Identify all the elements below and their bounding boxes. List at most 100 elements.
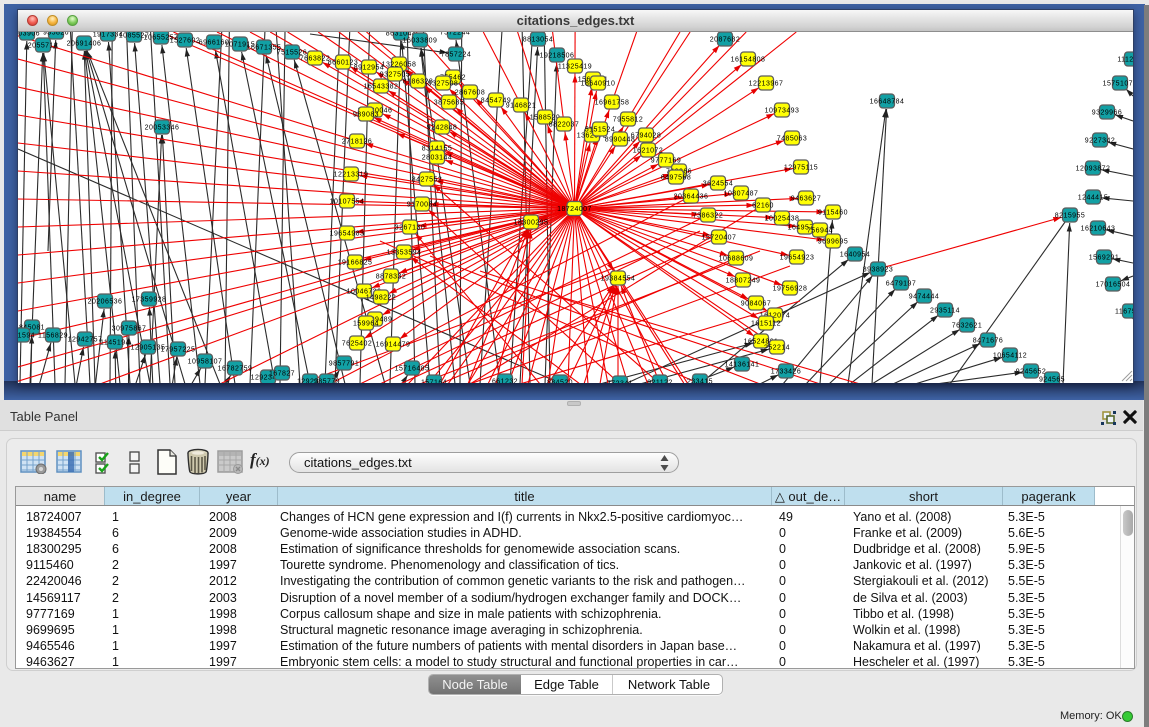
svg-text:1621072: 1621072: [633, 147, 663, 154]
svg-text:6479197: 6479197: [886, 280, 916, 287]
svg-text:9115460: 9115460: [818, 209, 848, 216]
svg-text:8822037: 8822037: [549, 121, 579, 128]
svg-text:7386322: 7386322: [693, 212, 723, 219]
svg-text:10973493: 10973493: [765, 107, 800, 114]
svg-text:19654923: 19654923: [780, 254, 815, 261]
svg-text:16033809: 16033809: [403, 37, 438, 44]
svg-text:16543382: 16543382: [364, 83, 399, 90]
svg-text:10958107: 10958107: [188, 358, 223, 365]
svg-text:1145194: 1145194: [100, 339, 130, 346]
svg-text:16914479: 16914479: [376, 341, 411, 348]
svg-text:12213967: 12213967: [749, 80, 784, 87]
svg-text:15716485: 15716485: [395, 365, 430, 372]
svg-text:756944: 756944: [807, 227, 833, 234]
svg-text:8427552: 8427552: [412, 176, 442, 183]
svg-text:3267130: 3267130: [395, 224, 425, 231]
svg-text:20691406: 20691406: [67, 40, 102, 47]
svg-text:1733426: 1733426: [771, 368, 801, 375]
svg-text:18300295: 18300295: [514, 219, 549, 226]
svg-text:8813054: 8813054: [523, 36, 553, 43]
svg-text:2718126: 2718126: [342, 138, 372, 145]
svg-text:884520: 884520: [547, 379, 573, 383]
svg-text:391594: 391594: [18, 332, 35, 339]
svg-text:9245652: 9245652: [1016, 368, 1046, 375]
svg-text:1156829: 1156829: [38, 332, 68, 339]
svg-text:924565: 924565: [1039, 376, 1065, 383]
svg-text:921122: 921122: [647, 379, 673, 383]
svg-text:7625402: 7625402: [342, 340, 372, 347]
svg-text:16210643: 16210643: [1081, 225, 1116, 232]
svg-text:10025438: 10025438: [765, 215, 800, 222]
svg-text:7955812: 7955812: [613, 116, 643, 123]
svg-text:30975867: 30975867: [112, 325, 147, 332]
svg-text:1615112: 1615112: [751, 320, 781, 327]
svg-text:935826: 935826: [43, 32, 69, 36]
svg-text:19756928: 19756928: [773, 285, 808, 292]
svg-text:17359928: 17359928: [132, 296, 167, 303]
svg-text:16648784: 16648784: [870, 98, 905, 105]
svg-text:8912954: 8912954: [354, 64, 384, 71]
svg-text:12093872: 12093872: [1076, 165, 1111, 172]
svg-text:252214: 252214: [764, 344, 790, 351]
svg-text:9329966: 9329966: [1092, 109, 1122, 116]
svg-text:1527602: 1527602: [170, 37, 200, 44]
svg-text:2867608: 2867608: [455, 89, 485, 96]
svg-text:9857791: 9857791: [329, 360, 359, 367]
svg-text:20206536: 20206536: [88, 298, 123, 305]
svg-text:157164: 157164: [421, 379, 447, 383]
svg-text:9327508: 9327508: [428, 80, 458, 87]
svg-text:18807249: 18807249: [726, 277, 761, 284]
svg-text:1569291: 1569291: [1089, 254, 1119, 261]
svg-text:1112548: 1112548: [1117, 56, 1133, 63]
svg-text:17016504: 17016504: [1096, 281, 1131, 288]
svg-text:12975115: 12975115: [784, 164, 818, 171]
svg-text:12942757: 12942757: [68, 336, 103, 343]
svg-text:10807487: 10807487: [724, 190, 759, 197]
svg-text:6794028: 6794028: [631, 132, 661, 139]
svg-text:8471676: 8471676: [973, 337, 1003, 344]
svg-text:9227342: 9227342: [1085, 137, 1115, 144]
svg-text:1640954: 1640954: [840, 251, 870, 258]
svg-text:2803144: 2803144: [422, 154, 452, 161]
svg-text:233415: 233415: [687, 378, 713, 383]
svg-text:20364436: 20364436: [674, 193, 709, 200]
svg-text:8938923: 8938923: [863, 266, 893, 273]
svg-text:2087682: 2087682: [710, 36, 740, 43]
svg-text:9084067: 9084067: [741, 300, 771, 307]
svg-text:1588520: 1588520: [530, 114, 560, 121]
svg-text:7572244: 7572244: [440, 32, 470, 36]
svg-text:2055712: 2055712: [28, 42, 58, 49]
svg-text:3875685: 3875685: [434, 99, 464, 106]
svg-text:16961758: 16961758: [595, 99, 630, 106]
svg-text:10654112: 10654112: [993, 352, 1027, 359]
svg-text:14136141: 14136141: [725, 361, 760, 368]
svg-text:11325419: 11325419: [558, 63, 592, 70]
svg-text:8215955: 8215955: [1055, 212, 1085, 219]
svg-text:1498222: 1498222: [366, 294, 396, 301]
svg-text:9170084: 9170084: [407, 201, 437, 208]
svg-text:16782759: 16782759: [218, 365, 253, 372]
svg-text:159964: 159964: [353, 320, 379, 327]
svg-text:8878332: 8878332: [376, 273, 406, 280]
svg-text:3624554: 3624554: [703, 180, 733, 187]
svg-text:19166825: 19166825: [338, 259, 373, 266]
svg-text:19384554: 19384554: [601, 275, 636, 282]
svg-text:18724007: 18724007: [557, 206, 592, 213]
svg-text:19218506: 19218506: [540, 52, 575, 59]
svg-text:9699695: 9699695: [818, 238, 848, 245]
svg-text:1167533: 1167533: [1115, 308, 1133, 315]
svg-text:9327505: 9327505: [380, 71, 410, 78]
svg-text:10688609: 10688609: [719, 255, 754, 262]
svg-text:12213319: 12213319: [334, 171, 369, 178]
svg-text:989083: 989083: [353, 111, 379, 118]
svg-text:9474444: 9474444: [909, 293, 939, 300]
svg-text:7663822: 7663822: [300, 55, 330, 62]
svg-text:20053346: 20053346: [145, 124, 180, 131]
svg-text:16154808: 16154808: [731, 56, 766, 63]
svg-text:19654983: 19654983: [330, 230, 365, 237]
svg-text:985779: 985779: [314, 378, 340, 383]
svg-text:2935114: 2935114: [930, 307, 960, 314]
svg-text:7485063: 7485063: [777, 135, 807, 142]
svg-text:15720407: 15720407: [702, 234, 737, 241]
svg-text:772341: 772341: [607, 380, 633, 383]
